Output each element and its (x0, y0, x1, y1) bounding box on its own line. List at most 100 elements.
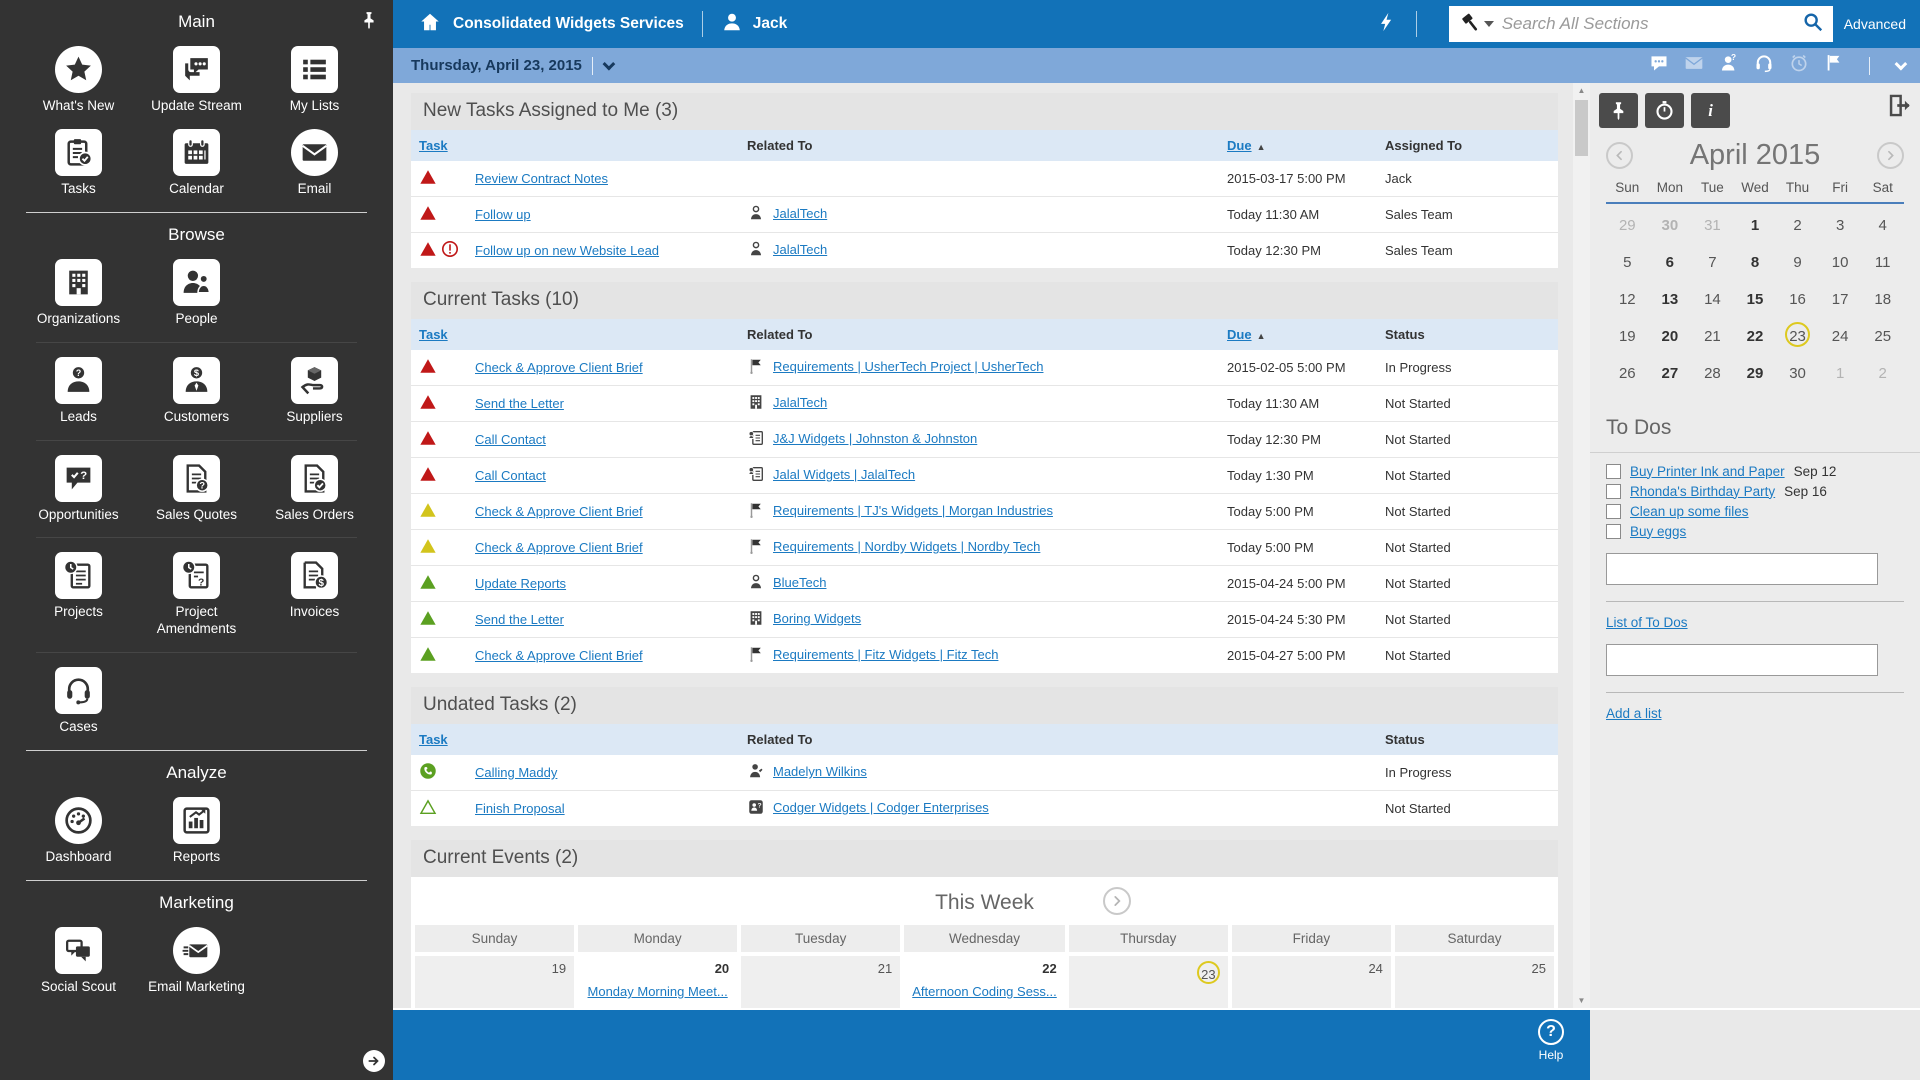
calendar-day[interactable]: 30 (1776, 355, 1819, 392)
calendar-day[interactable]: 30 (1649, 207, 1692, 244)
sidebar-item-dashboard[interactable]: Dashboard (20, 797, 138, 866)
day-cell-wednesday[interactable]: 22Afternoon Coding Sess... (904, 956, 1065, 1008)
day-cell-friday[interactable]: 24 (1232, 956, 1391, 1008)
day-cell-sunday[interactable]: 19 (415, 956, 574, 1008)
new-todo-input[interactable] (1606, 553, 1878, 585)
task-link[interactable]: Check & Approve Client Brief (475, 648, 643, 663)
calendar-day[interactable]: 26 (1606, 355, 1649, 392)
pin-sidebar-icon[interactable] (359, 10, 379, 35)
related-to-link[interactable]: Requirements | Nordby Widgets | Nordby T… (773, 539, 1040, 554)
sidebar-item-customers[interactable]: $Customers (138, 357, 256, 426)
column-header-due[interactable] (1219, 724, 1377, 755)
calendar-day[interactable]: 20 (1649, 318, 1692, 355)
search-icon[interactable] (1802, 11, 1824, 38)
sidebar-item-leads[interactable]: ?Leads (20, 357, 138, 426)
todo-checkbox[interactable] (1606, 464, 1621, 479)
pin-button[interactable] (1599, 93, 1638, 128)
task-link[interactable]: Update Reports (475, 576, 566, 591)
event-link[interactable]: Monday Morning Meet... (586, 984, 729, 999)
calendar-day[interactable]: 22 (1734, 318, 1777, 355)
date-chevron-down-icon[interactable] (602, 58, 615, 71)
column-header-due[interactable]: Due▲ (1219, 319, 1377, 350)
day-cell-saturday[interactable]: 25 (1395, 956, 1554, 1008)
calendar-day[interactable]: 14 (1691, 281, 1734, 318)
calendar-day[interactable]: 29 (1734, 355, 1777, 392)
task-link[interactable]: Calling Maddy (475, 765, 557, 780)
calendar-day[interactable]: 24 (1819, 318, 1862, 355)
sidebar-item-tasks[interactable]: Tasks (20, 129, 138, 198)
task-link[interactable]: Review Contract Notes (475, 171, 608, 186)
column-header-related-to[interactable]: Related To (739, 724, 1219, 755)
sidebar-item-sales-orders[interactable]: Sales Orders (256, 455, 374, 524)
search-scope-gavel-icon[interactable] (1458, 12, 1502, 36)
due-column-link[interactable]: Due (1227, 327, 1252, 342)
new-list-input[interactable] (1606, 644, 1878, 676)
todo-checkbox[interactable] (1606, 504, 1621, 519)
current-user[interactable]: Jack (753, 15, 787, 33)
list-of-todos-link[interactable]: List of To Dos (1606, 615, 1688, 630)
more-chevron-down-icon[interactable] (1895, 58, 1908, 71)
calendar-day-today[interactable]: 23 (1776, 318, 1819, 355)
column-header-assigned-to[interactable]: Assigned To (1377, 130, 1558, 161)
sidebar-item-calendar[interactable]: Calendar (138, 129, 256, 198)
calendar-day[interactable]: 17 (1819, 281, 1862, 318)
day-cell-tuesday[interactable]: 21 (741, 956, 900, 1008)
calendar-day[interactable]: 7 (1691, 244, 1734, 281)
related-to-link[interactable]: Requirements | Fitz Widgets | Fitz Tech (773, 647, 998, 662)
task-link[interactable]: Call Contact (475, 432, 546, 447)
related-to-link[interactable]: Requirements | UsherTech Project | Usher… (773, 359, 1043, 374)
hide-panel-icon[interactable] (1886, 92, 1913, 124)
sidebar-item-project-amendments[interactable]: ?Project Amendments (138, 552, 256, 638)
related-to-link[interactable]: Madelyn Wilkins (773, 764, 867, 779)
scrollbar-thumb[interactable] (1575, 100, 1588, 156)
mail-icon[interactable] (1684, 53, 1704, 78)
column-header-status[interactable]: Status (1377, 724, 1558, 755)
calendar-day[interactable]: 4 (1861, 207, 1904, 244)
calendar-day[interactable]: 2 (1861, 355, 1904, 392)
column-header-task[interactable]: Task (411, 130, 739, 161)
task-link[interactable]: Check & Approve Client Brief (475, 540, 643, 555)
task-link[interactable]: Follow up on new Website Lead (475, 243, 659, 258)
task-column-link[interactable]: Task (419, 732, 448, 747)
advanced-search-link[interactable]: Advanced (1844, 16, 1906, 32)
column-header-status[interactable]: Status (1377, 319, 1558, 350)
sidebar-item-reports[interactable]: Reports (138, 797, 256, 866)
comments-icon[interactable] (1649, 53, 1669, 78)
related-to-link[interactable]: Boring Widgets (773, 611, 861, 626)
stopwatch-button[interactable] (1645, 93, 1684, 128)
day-cell-monday[interactable]: 20Monday Morning Meet... (578, 956, 737, 1008)
related-to-link[interactable]: JalalTech (773, 206, 827, 221)
calendar-next-button[interactable] (1877, 142, 1904, 169)
add-a-list-link[interactable]: Add a list (1606, 706, 1662, 721)
calendar-day[interactable]: 19 (1606, 318, 1649, 355)
next-week-button[interactable] (1103, 887, 1131, 915)
calendar-day[interactable]: 8 (1734, 244, 1777, 281)
calendar-day[interactable]: 3 (1819, 207, 1862, 244)
current-date-label[interactable]: Thursday, April 23, 2015 (411, 57, 582, 74)
calendar-day[interactable]: 2 (1776, 207, 1819, 244)
related-to-link[interactable]: Jalal Widgets | JalalTech (773, 467, 915, 482)
column-header-related-to[interactable]: Related To (739, 319, 1219, 350)
calendar-day[interactable]: 18 (1861, 281, 1904, 318)
calendar-day[interactable]: 25 (1861, 318, 1904, 355)
calendar-day[interactable]: 27 (1649, 355, 1692, 392)
column-header-related-to[interactable]: Related To (739, 130, 1219, 161)
home-icon[interactable] (419, 11, 441, 38)
calendar-day[interactable]: 1 (1819, 355, 1862, 392)
sidebar-item-opportunities[interactable]: ?Opportunities (20, 455, 138, 524)
calendar-day[interactable]: 9 (1776, 244, 1819, 281)
task-column-link[interactable]: Task (419, 327, 448, 342)
sidebar-item-invoices[interactable]: $Invoices (256, 552, 374, 638)
todo-link[interactable]: Rhonda's Birthday Party (1630, 484, 1775, 499)
scroll-down-icon[interactable]: ▼ (1573, 993, 1590, 1008)
column-header-due[interactable]: Due▲ (1219, 130, 1377, 161)
task-link[interactable]: Check & Approve Client Brief (475, 360, 643, 375)
todo-checkbox[interactable] (1606, 524, 1621, 539)
task-link[interactable]: Check & Approve Client Brief (475, 504, 643, 519)
headset-icon[interactable] (1754, 53, 1774, 78)
info-button[interactable]: i (1691, 93, 1730, 128)
related-to-link[interactable]: Codger Widgets | Codger Enterprises (773, 800, 989, 815)
related-to-link[interactable]: Requirements | TJ's Widgets | Morgan Ind… (773, 503, 1053, 518)
todo-checkbox[interactable] (1606, 484, 1621, 499)
sidebar-collapse-button[interactable] (363, 1050, 385, 1072)
